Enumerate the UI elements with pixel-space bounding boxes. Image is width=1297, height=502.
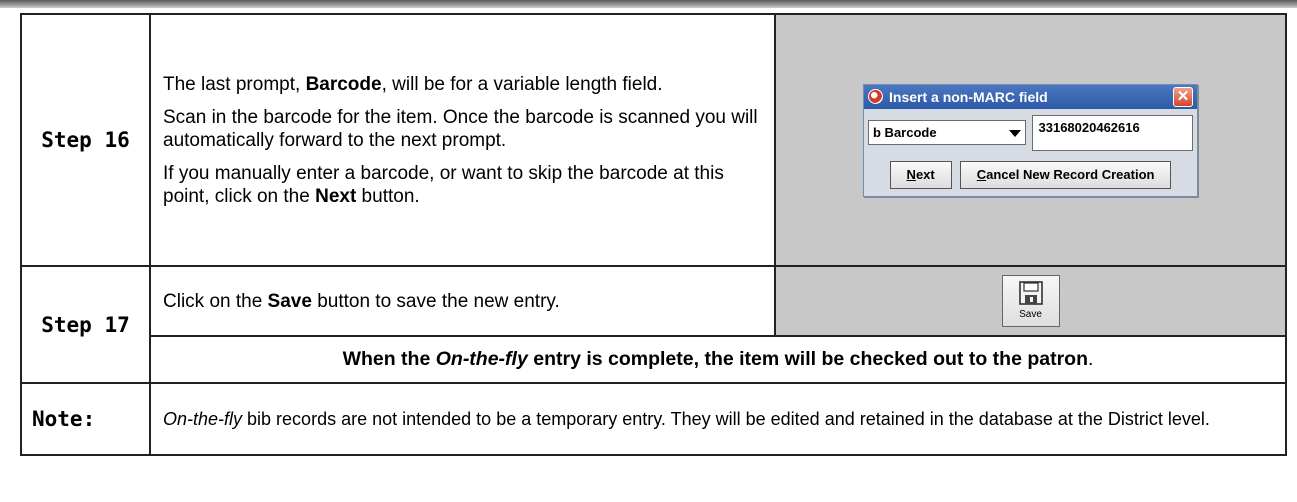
dialog-title-bar[interactable]: Insert a non-MARC field ✕ — [864, 84, 1197, 109]
next-label: ext — [915, 167, 935, 182]
cancel-mnemonic: C — [976, 167, 987, 182]
save-label: Save — [1019, 309, 1042, 320]
complete-row: When the On-the-fly entry is complete, t… — [21, 335, 1287, 384]
step-16-para-1: The last prompt, Barcode, will be for a … — [163, 73, 764, 96]
text: button to save the new entry. — [311, 290, 560, 312]
text: bib records are not intended to be a tem… — [242, 409, 1210, 429]
step-16-para-3: If you manually enter a barcode, or want… — [163, 162, 764, 208]
text: , will be for a variable length field. — [381, 73, 663, 95]
next-button[interactable]: Next — [889, 160, 952, 189]
close-icon[interactable]: ✕ — [1173, 86, 1193, 107]
step-16-para-2: Scan in the barcode for the item. Once t… — [163, 106, 758, 151]
dialog-buttons: Next Cancel New Record Creation — [864, 155, 1197, 196]
note-label: Note: — [20, 382, 151, 456]
text: entry is complete, the item will be chec… — [527, 348, 1088, 370]
dialog-title: Insert a non-MARC field — [889, 88, 1048, 105]
instruction-table: Step 16 The last prompt, Barcode, will b… — [20, 13, 1287, 456]
on-the-fly-term: On-the-fly — [435, 348, 528, 370]
text: Click on the — [163, 290, 268, 312]
next-mnemonic: N — [906, 167, 916, 182]
on-the-fly-term: On-the-fly — [163, 409, 243, 429]
completion-message: When the On-the-fly entry is complete, t… — [149, 335, 1287, 384]
step-16-label: Step 16 — [20, 13, 151, 267]
insert-field-dialog: Insert a non-MARC field ✕ b Barcode 3316… — [863, 83, 1198, 197]
top-rule — [0, 0, 1297, 8]
barcode-term: Barcode — [305, 73, 382, 95]
field-type-select[interactable]: b Barcode — [868, 120, 1026, 145]
dialog-field-row: b Barcode 33168020462616 — [864, 109, 1197, 155]
step-16-row: Step 16 The last prompt, Barcode, will b… — [20, 13, 1287, 267]
text: button. — [356, 185, 420, 207]
text: When the — [342, 348, 436, 370]
step-16-text: The last prompt, Barcode, will be for a … — [149, 13, 776, 267]
note-text: On-the-fly bib records are not intended … — [149, 382, 1287, 456]
save-screenshot-cell: Save — [774, 265, 1287, 337]
dropdown-arrow-icon[interactable] — [1008, 130, 1021, 137]
dialog-screenshot-cell: Insert a non-MARC field ✕ b Barcode 3316… — [774, 13, 1287, 267]
step-17-text: Click on the Save button to save the new… — [149, 265, 776, 337]
barcode-input[interactable]: 33168020462616 — [1031, 114, 1193, 151]
step-17-label: Step 17 — [20, 265, 151, 384]
save-button[interactable]: Save — [1001, 275, 1060, 327]
text: . — [1088, 348, 1094, 370]
text: The last prompt, — [163, 73, 306, 95]
app-logo-icon — [868, 89, 883, 104]
step-17-row: Step 17 Click on the Save button to save… — [20, 265, 1287, 384]
next-term: Next — [315, 185, 357, 207]
save-term: Save — [267, 290, 312, 312]
cancel-new-record-button[interactable]: Cancel New Record Creation — [959, 160, 1172, 189]
note-row: Note: On-the-fly bib records are not int… — [20, 382, 1287, 456]
cancel-label: ancel New Record Creation — [986, 167, 1155, 182]
field-type-value: b Barcode — [873, 125, 937, 140]
text: If you manually enter a barcode, or want… — [163, 162, 724, 207]
floppy-disk-icon — [1018, 281, 1043, 305]
